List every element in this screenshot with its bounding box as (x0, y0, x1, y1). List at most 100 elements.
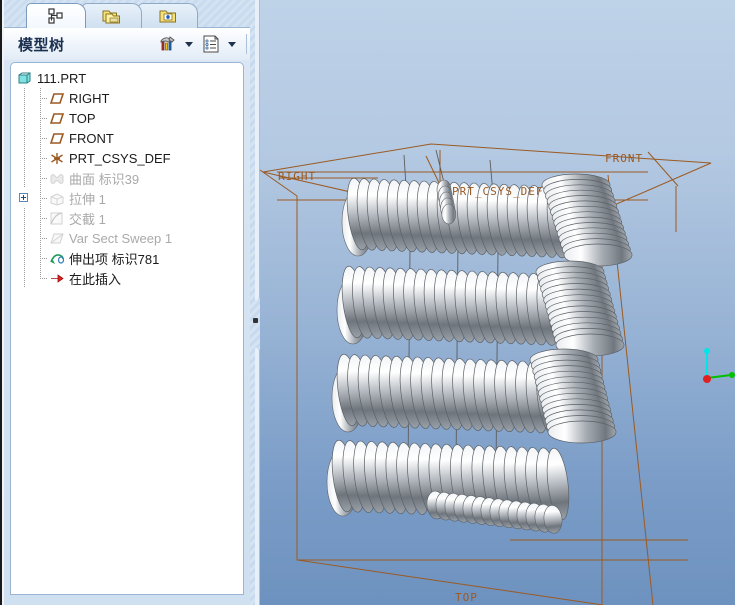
panel-header-tools (156, 33, 257, 55)
tree-indent-guide (17, 188, 33, 208)
surface-icon-wrap (49, 171, 66, 186)
var-sweep-icon-wrap (49, 231, 66, 246)
tree-item-111-prt[interactable]: 111.PRT (17, 68, 243, 88)
tree-item-label: 交截 1 (69, 211, 106, 227)
csys-label: PRT_CSYS_DEF (452, 185, 544, 198)
splitter-tab-upper (255, 0, 260, 300)
coil-run-2 (336, 265, 570, 347)
tree-branch-line (33, 268, 49, 288)
folder-browser-icon (102, 10, 120, 24)
panel-header: 模型树 (4, 28, 257, 60)
display-list-button[interactable] (199, 33, 223, 55)
protrusion-icon-wrap (49, 251, 66, 266)
tab-model-tree[interactable] (26, 3, 86, 28)
tree-item-label: 伸出项 标识781 (69, 251, 160, 267)
panel-splitter[interactable] (250, 0, 260, 605)
tree-item-label: FRONT (69, 130, 114, 146)
datum-plane-icon (49, 132, 65, 144)
graphics-viewport[interactable]: RIGHT FRONT PRT_CSYS_DEF TOP 野火论坛 www.pr… (258, 0, 735, 605)
tree-item--1[interactable]: 拉伸 1 (17, 188, 243, 208)
datum-label-front: FRONT (605, 152, 644, 165)
tree-item-top[interactable]: TOP (17, 108, 243, 128)
tree-indent-guide (17, 88, 33, 108)
3d-scene (259, 143, 735, 605)
pro-engineer-window: 模型树 111.PRT RIGHT TOP FRONT PRT_CSYS_DEF… (0, 0, 735, 605)
settings-dropdown-caret[interactable] (185, 41, 193, 47)
tree-item--[interactable]: 在此插入 (17, 268, 243, 288)
tree-display-list-icon (203, 35, 219, 53)
tab-favorites[interactable] (138, 3, 198, 28)
extrude-icon (50, 192, 64, 206)
tree-branch-line (33, 228, 49, 248)
tree-item-front[interactable]: FRONT (17, 128, 243, 148)
intersect-icon-wrap (49, 211, 66, 226)
model-tree-list: 111.PRT RIGHT TOP FRONT PRT_CSYS_DEF 曲面 标识39 拉… (11, 63, 243, 288)
navigator-tab-strip (4, 0, 257, 28)
page-title: 模型树 (18, 36, 65, 54)
model-tree-container[interactable]: 111.PRT RIGHT TOP FRONT PRT_CSYS_DEF 曲面 标识39 拉… (10, 62, 244, 595)
tree-indent-guide (17, 208, 33, 228)
tree-branch-line (33, 168, 49, 188)
datum-label-right: RIGHT (278, 170, 317, 183)
tree-indent-guide (17, 228, 33, 248)
datum-plane-icon (49, 92, 65, 104)
tree-indent-guide (17, 248, 33, 268)
datum-plane-icon (49, 112, 65, 124)
favorites-folder-icon (159, 10, 176, 23)
extrude-icon-wrap (49, 191, 66, 206)
insert-here-icon-wrap (49, 271, 66, 286)
tree-item-label: Var Sect Sweep 1 (69, 230, 173, 246)
tree-branch-line (33, 188, 49, 208)
tree-item-label: 在此插入 (69, 271, 122, 287)
tree-indent-guide (17, 268, 33, 288)
tree-indent-guide (17, 168, 33, 188)
datum-plane-icon-wrap (49, 111, 66, 126)
tree-item-label: 曲面 标识39 (69, 171, 140, 187)
tree-item--39[interactable]: 曲面 标识39 (17, 168, 243, 188)
protrusion-icon (50, 253, 65, 264)
settings-tools-button[interactable] (156, 33, 180, 55)
window-left-edge (0, 0, 4, 605)
tree-item-label: 拉伸 1 (69, 191, 106, 207)
tree-indent-guide (17, 108, 33, 128)
display-dropdown-caret[interactable] (228, 41, 236, 47)
coord-system-icon-wrap (49, 151, 66, 166)
coord-system-icon (51, 152, 63, 164)
tree-branch-line (33, 88, 49, 108)
tab-folder-browser[interactable] (82, 3, 142, 28)
tree-item--1[interactable]: 交截 1 (17, 208, 243, 228)
tree-item--781[interactable]: 伸出项 标识781 (17, 248, 243, 268)
tree-indent-guide (17, 148, 33, 168)
splitter-tab-lower (255, 348, 260, 605)
splitter-grip-handle[interactable] (253, 318, 258, 323)
coordinate-triad (703, 348, 735, 383)
intersect-icon (50, 211, 63, 224)
tree-branch-line (33, 148, 49, 168)
tree-item-var-sect-sweep-1[interactable]: Var Sect Sweep 1 (17, 228, 243, 248)
tree-item-label: 111.PRT (37, 70, 87, 86)
tree-item-label: RIGHT (69, 90, 110, 106)
tree-item-prt_csys_def[interactable]: PRT_CSYS_DEF (17, 148, 243, 168)
datum-plane-icon-wrap (49, 91, 66, 106)
datum-label-top: TOP (455, 591, 478, 604)
part-icon-wrap (17, 71, 34, 86)
tree-indent-guide (17, 128, 33, 148)
model-tree-icon (48, 8, 63, 24)
tree-branch-line (33, 248, 49, 268)
datum-plane-icon-wrap (49, 131, 66, 146)
tree-expander-plus-icon[interactable] (19, 193, 28, 202)
part-icon (18, 71, 31, 83)
spiral-coil-model (326, 173, 633, 534)
tree-branch-line (33, 128, 49, 148)
tree-item-right[interactable]: RIGHT (17, 88, 243, 108)
var-sweep-icon (50, 233, 64, 243)
tree-branch-line (33, 108, 49, 128)
tree-item-label: PRT_CSYS_DEF (69, 150, 171, 166)
header-separator (246, 34, 247, 54)
tree-item-label: TOP (69, 110, 96, 126)
settings-tools-icon (160, 36, 175, 51)
navigator-panel: 模型树 111.PRT RIGHT TOP FRONT PRT_CSYS_DEF… (0, 0, 258, 605)
surface-icon (50, 173, 64, 184)
insert-here-icon (51, 273, 64, 283)
tree-branch-line (33, 208, 49, 228)
